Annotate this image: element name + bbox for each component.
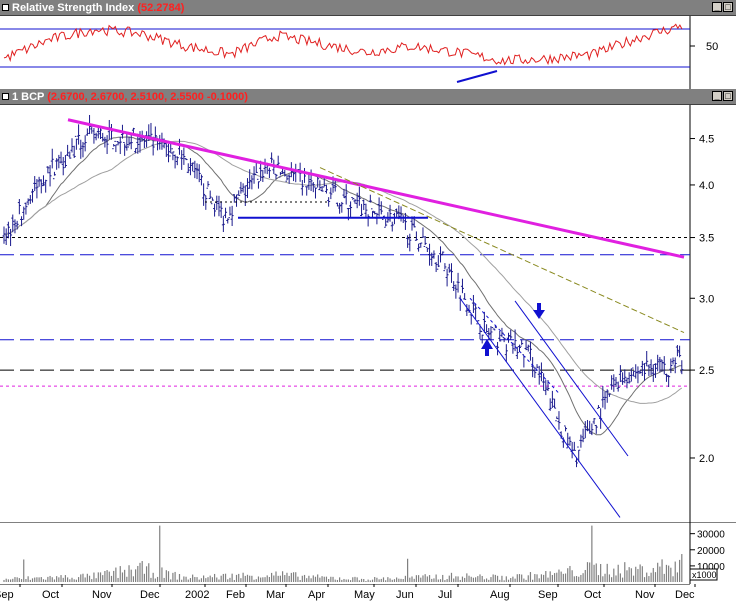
price-pane-header: 1 BCP (2.6700, 2.6700, 2.5100, 2.5500 -0… [0, 89, 736, 105]
volume-chart: 100002000030000 x1000 [0, 522, 736, 584]
maximize-icon[interactable]: □ [723, 91, 733, 101]
volume-tick-label: 20000 [697, 546, 725, 557]
time-tick-label: Aug [490, 589, 510, 601]
maximize-icon[interactable]: □ [723, 2, 733, 12]
time-tick-label: 2002 [185, 589, 209, 601]
price-tick-label: 4.5 [699, 134, 714, 146]
time-tick-label: Feb [226, 589, 245, 601]
time-tick-label: Sep [0, 589, 14, 601]
pane-indicator-icon [2, 4, 9, 11]
time-tick-label: Dec [140, 589, 160, 601]
time-tick-label: Nov [635, 589, 655, 601]
rsi-value: (52.2784) [137, 2, 185, 14]
time-tick-label: Oct [42, 589, 59, 601]
volume-tick-label: 30000 [697, 530, 725, 541]
time-tick-label: Dec [675, 589, 695, 601]
rsi-label: Relative Strength Index [12, 2, 135, 14]
time-tick-label: Jun [396, 589, 414, 601]
price-tick-label: 2.0 [699, 453, 714, 465]
time-tick-label: Mar [266, 589, 285, 601]
pane-indicator-icon [2, 93, 9, 100]
time-tick-label: Oct [584, 589, 601, 601]
minimize-icon[interactable]: _ [712, 91, 722, 101]
rsi-pane-title: Relative Strength Index (52.2784) [12, 0, 184, 16]
rsi-tick-50: 50 [706, 41, 718, 53]
volume-multiplier: x1000 [692, 570, 717, 580]
price-tick-label: 2.5 [699, 365, 714, 377]
price-tick-label: 3.5 [699, 233, 714, 245]
time-tick-label: Sep [538, 589, 558, 601]
time-tick-label: Nov [92, 589, 112, 601]
price-tick-label: 3.0 [699, 293, 714, 305]
time-tick-label: May [354, 589, 375, 601]
time-axis: Sep Oct Nov Dec 2002 Feb Mar Apr May Jun Jul Aug Sep… [0, 584, 736, 602]
rsi-pane-header: Relative Strength Index (52.2784) _ □ [0, 0, 736, 16]
chart-window: Relative Strength Index (52.2784) _ □ 50… [0, 0, 736, 602]
time-tick-label: Apr [308, 589, 325, 601]
price-chart: 2.0 2.5 3.0 3.5 4.0 4.5 [0, 105, 736, 522]
price-pane-title: 1 BCP (2.6700, 2.6700, 2.5100, 2.5500 -0… [12, 89, 248, 105]
minimize-icon[interactable]: _ [712, 2, 722, 12]
rsi-chart: 50 [0, 16, 736, 89]
time-tick-label: Jul [438, 589, 452, 601]
price-ohlc-value: (2.6700, 2.6700, 2.5100, 2.5500 -0.1000) [47, 91, 248, 103]
price-label: 1 BCP [12, 91, 45, 103]
price-tick-label: 4.0 [699, 180, 714, 192]
